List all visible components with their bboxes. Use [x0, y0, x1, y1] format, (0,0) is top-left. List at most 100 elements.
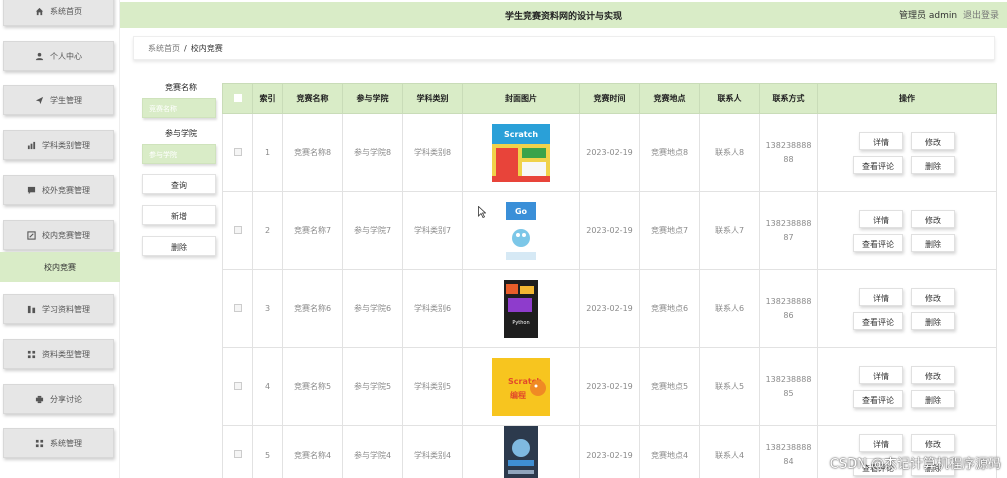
sidebar-item-students[interactable]: 学生管理: [3, 85, 114, 115]
delete-button[interactable]: 删除: [911, 311, 955, 330]
bar-icon: [27, 305, 36, 314]
cell-place: 竞赛地点6: [639, 269, 700, 348]
col-header: 索引: [252, 83, 283, 114]
cell-phone: 138238888 85: [759, 347, 818, 426]
table-row: 1 竞赛名称8 参与学院8 学科类别8 Scratch 2023-02-19 竞赛地点8 联系…: [222, 113, 997, 192]
sidebar-item-label: 学生管理: [50, 95, 82, 105]
sidebar-item-material-type[interactable]: 资料类型管理: [3, 339, 114, 369]
cell-cover: Python: [462, 269, 580, 348]
cell-category: 学科类别8: [402, 113, 463, 192]
edit-button[interactable]: 修改: [911, 365, 955, 384]
cell-name: 竞赛名称7: [282, 191, 343, 270]
chat-icon: [27, 186, 36, 195]
add-button[interactable]: 新增: [142, 205, 216, 225]
sidebar-item-label: 系统首页: [50, 6, 82, 16]
cell-name: 竞赛名称6: [282, 269, 343, 348]
cell-phone: 138238888 87: [759, 191, 818, 270]
sidebar-item-label: 校外竞赛管理: [42, 185, 90, 195]
college-search-input[interactable]: 参与学院: [142, 144, 216, 164]
cell-phone: 138238888 84: [759, 425, 818, 478]
edit-button[interactable]: 修改: [911, 209, 955, 228]
cell-cover: Go: [462, 191, 580, 270]
cell-phone: 138238888 88: [759, 113, 818, 192]
row-checkbox[interactable]: [233, 303, 242, 312]
row-select-cell[interactable]: [222, 269, 253, 348]
sidebar-item-label: 分享讨论: [50, 394, 82, 404]
sidebar-item-subject-category[interactable]: 学科类别管理: [3, 130, 114, 160]
cell-college: 参与学院7: [342, 191, 403, 270]
sidebar-item-label: 学科类别管理: [42, 140, 90, 150]
select-all-checkbox[interactable]: [233, 93, 242, 102]
row-checkbox[interactable]: [233, 225, 242, 234]
name-search-input[interactable]: 竞赛名称: [142, 98, 216, 118]
detail-button[interactable]: 详情: [859, 209, 903, 228]
row-select-cell[interactable]: [222, 347, 253, 426]
row-select-cell[interactable]: [222, 113, 253, 192]
view-comments-button[interactable]: 查看评论: [853, 233, 903, 252]
cell-time: 2023-02-19: [579, 113, 640, 192]
cell-time: 2023-02-19: [579, 425, 640, 478]
row-checkbox[interactable]: [233, 450, 242, 458]
detail-button[interactable]: 详情: [859, 131, 903, 150]
table-row: 4 竞赛名称5 参与学院5 学科类别5 Scratch 编程 2023-02-19 竞赛地点5…: [222, 347, 997, 426]
cell-category: 学科类别4: [402, 425, 463, 478]
sidebar-subitem-internal-competition[interactable]: 校内竞赛: [0, 252, 120, 282]
detail-button[interactable]: 详情: [859, 434, 903, 452]
detail-button[interactable]: 详情: [859, 365, 903, 384]
user-name: 管理员 admin: [899, 11, 958, 21]
mouse-cursor-icon: [478, 206, 486, 218]
cell-index: 1: [252, 113, 283, 192]
view-comments-button[interactable]: 查看评论: [853, 155, 903, 174]
row-checkbox[interactable]: [233, 381, 242, 390]
cell-contact: 联系人8: [699, 113, 760, 192]
select-all-cell[interactable]: [222, 83, 253, 114]
cover-image: Go: [506, 201, 536, 260]
sidebar-item-label: 系统管理: [50, 438, 82, 448]
sidebar-item-system[interactable]: 系统管理: [3, 428, 114, 458]
col-header: 竞赛名称: [282, 83, 343, 114]
sidebar-item-home[interactable]: 系统首页: [3, 0, 114, 26]
row-select-cell[interactable]: [222, 425, 253, 478]
cell-actions: 详情 修改 查看评论 删除: [817, 191, 997, 270]
edit-button[interactable]: 修改: [911, 434, 955, 452]
cell-category: 学科类别5: [402, 347, 463, 426]
edit-icon: [27, 230, 36, 240]
cell-cover: Scratch 编程: [462, 347, 580, 426]
home-icon: [35, 7, 44, 16]
row-select-cell[interactable]: [222, 191, 253, 270]
logout-link[interactable]: 退出登录: [963, 11, 999, 21]
detail-button[interactable]: 详情: [859, 287, 903, 306]
sidebar-item-external-competition[interactable]: 校外竞赛管理: [3, 175, 114, 205]
col-header: 参与学院: [342, 83, 403, 114]
delete-button[interactable]: 删除: [911, 389, 955, 408]
edit-button[interactable]: 修改: [911, 287, 955, 306]
query-button[interactable]: 查询: [142, 174, 216, 194]
table-row: 3 竞赛名称6 参与学院6 学科类别6 Python 2023-02-19 竞赛地点6 联系人…: [222, 269, 997, 348]
delete-button[interactable]: 删除: [911, 155, 955, 174]
cell-time: 2023-02-19: [579, 269, 640, 348]
cell-college: 参与学院6: [342, 269, 403, 348]
view-comments-button[interactable]: 查看评论: [853, 389, 903, 408]
sidebar-item-profile[interactable]: 个人中心: [3, 41, 114, 71]
batch-delete-button[interactable]: 删除: [142, 236, 216, 256]
cell-contact: 联系人6: [699, 269, 760, 348]
cell-contact: 联系人7: [699, 191, 760, 270]
breadcrumb-home[interactable]: 系统首页: [148, 44, 180, 53]
sidebar-item-study-material[interactable]: 学习资料管理: [3, 294, 114, 324]
user-icon: [35, 52, 44, 61]
table-header-row: 索引 竞赛名称 参与学院 学科类别 封面图片 竞赛时间 竞赛地点 联系人 联系方…: [222, 83, 997, 114]
row-checkbox[interactable]: [233, 147, 242, 156]
cell-phone: 138238888 86: [759, 269, 818, 348]
delete-button[interactable]: 删除: [911, 233, 955, 252]
cell-college: 参与学院4: [342, 425, 403, 478]
cell-category: 学科类别7: [402, 191, 463, 270]
col-header: 联系方式: [759, 83, 818, 114]
svg-text:编程: 编程: [510, 390, 526, 400]
sidebar-item-share-discussion[interactable]: 分享讨论: [3, 384, 114, 414]
user-area: 管理员 admin 退出登录: [899, 8, 999, 21]
view-comments-button[interactable]: 查看评论: [853, 311, 903, 330]
sidebar-item-internal-competition[interactable]: 校内竞赛管理: [3, 220, 114, 250]
chart-icon: [27, 141, 36, 150]
grid-icon: [35, 439, 44, 448]
edit-button[interactable]: 修改: [911, 131, 955, 150]
